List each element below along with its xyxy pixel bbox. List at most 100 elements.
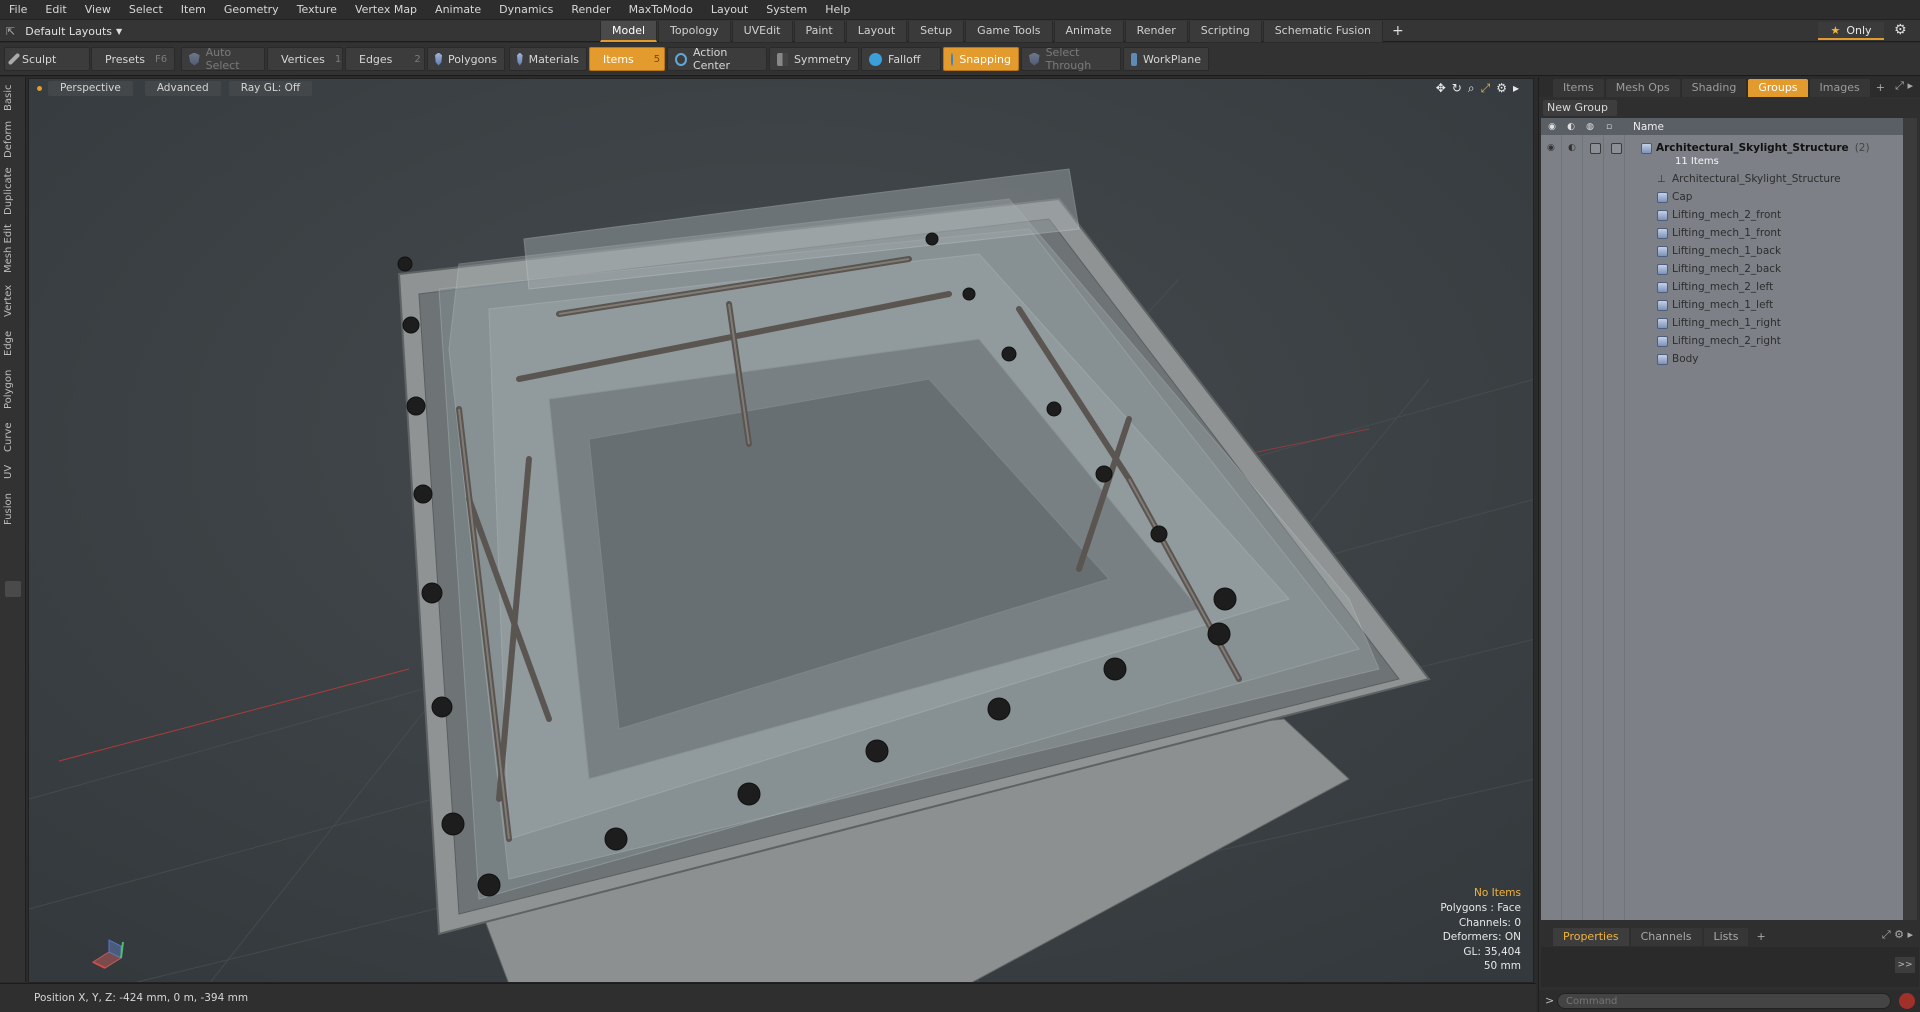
sculpt-button[interactable]: Sculpt [4, 47, 90, 71]
menu-maxtomodo[interactable]: MaxToModo [620, 0, 702, 20]
polygons-button[interactable]: Polygons [427, 47, 505, 71]
strip-tab-polygon[interactable]: Polygon [3, 365, 23, 413]
command-input[interactable] [1557, 993, 1891, 1009]
new-group-button[interactable]: New Group [1543, 100, 1617, 116]
strip-tab-uv[interactable]: UV [3, 461, 23, 483]
strip-tab-edge[interactable]: Edge [3, 327, 23, 359]
symmetry-icon [777, 52, 788, 66]
falloff-button[interactable]: Falloff [861, 47, 941, 71]
forward-icon[interactable]: >> [1895, 957, 1915, 973]
tab-model[interactable]: Model [600, 21, 658, 42]
add-bottom-tab-icon[interactable]: + [1756, 928, 1765, 946]
strip-tab-curve[interactable]: Curve [3, 419, 23, 455]
tree-scrollbar[interactable] [1903, 118, 1917, 920]
menu-help[interactable]: Help [816, 0, 859, 20]
zoom-view-icon[interactable]: ⌕ [1468, 81, 1475, 96]
move-view-icon[interactable]: ✥ [1436, 81, 1446, 96]
panel-expand-icon[interactable]: ⤢ ▸ [1895, 79, 1913, 93]
select-toggle[interactable] [1611, 142, 1622, 154]
items-button[interactable]: Items 5 [589, 47, 665, 71]
bottom-panel-expand-icon[interactable]: ⤢ ⚙ ▸ [1882, 928, 1913, 942]
tab-shading[interactable]: Shading [1681, 79, 1747, 97]
tab-uvedit[interactable]: UVEdit [731, 21, 793, 42]
menu-render[interactable]: Render [562, 0, 619, 20]
menu-edit[interactable]: Edit [36, 0, 75, 20]
strip-tab-deform[interactable]: Deform [3, 119, 23, 159]
list-item[interactable]: Lifting_mech_2_right [1541, 332, 1903, 350]
list-item[interactable]: Cap [1541, 188, 1903, 206]
maximize-view-icon[interactable]: ⤢ [1481, 81, 1491, 96]
action-center-button[interactable]: Action Center [667, 46, 767, 72]
list-item[interactable]: Lifting_mech_2_front [1541, 206, 1903, 224]
3d-viewport[interactable]: Perspective Advanced Ray GL: Off ✥ ↻ ⌕ ⤢… [28, 78, 1534, 983]
strip-tab-fusion[interactable]: Fusion [3, 489, 23, 529]
presets-button[interactable]: Presets F6 [91, 47, 175, 71]
perspective-button[interactable]: Perspective [48, 80, 133, 96]
add-tab-icon[interactable]: + [1384, 21, 1412, 42]
only-button[interactable]: ★ Only [1818, 22, 1884, 40]
tab-groups[interactable]: Groups [1748, 79, 1808, 97]
rotate-view-icon[interactable]: ↻ [1452, 81, 1462, 96]
menu-view[interactable]: View [76, 0, 120, 20]
tab-mesh-ops[interactable]: Mesh Ops [1605, 79, 1680, 97]
strip-tab-basic[interactable]: Basic [3, 83, 23, 113]
menu-vertex-map[interactable]: Vertex Map [346, 0, 426, 20]
menu-texture[interactable]: Texture [288, 0, 346, 20]
strip-tab-vertex[interactable]: Vertex [3, 281, 23, 321]
list-item[interactable]: ⊥ Architectural_Skylight_Structure [1541, 170, 1903, 188]
status-bar: Position X, Y, Z: -424 mm, 0 m, -394 mm [0, 983, 1536, 1012]
eye-icon[interactable]: ◉ [1547, 143, 1558, 154]
list-item[interactable]: Lifting_mech_1_front [1541, 224, 1903, 242]
layout-select[interactable]: ⇱ Default Layouts ▼ [6, 22, 122, 40]
auto-select-button[interactable]: Auto Select [181, 46, 265, 72]
menu-animate[interactable]: Animate [426, 0, 490, 20]
edges-button[interactable]: Edges 2 [345, 47, 425, 71]
raygl-button[interactable]: Ray GL: Off [228, 80, 313, 96]
tab-schematic-fusion[interactable]: Schematic Fusion [1262, 21, 1384, 42]
workplane-button[interactable]: WorkPlane [1123, 47, 1209, 71]
menu-file[interactable]: File [0, 0, 36, 20]
materials-button[interactable]: Materials [509, 47, 587, 71]
tab-items[interactable]: Items [1553, 79, 1604, 97]
strip-toggle[interactable] [5, 581, 21, 597]
menu-geometry[interactable]: Geometry [215, 0, 288, 20]
lock-toggle[interactable] [1590, 142, 1601, 154]
add-panel-tab-icon[interactable]: + [1876, 79, 1885, 97]
tab-animate[interactable]: Animate [1053, 21, 1124, 42]
menu-select[interactable]: Select [120, 0, 172, 20]
select-through-button[interactable]: Select Through [1021, 46, 1121, 72]
list-item[interactable]: Lifting_mech_2_left [1541, 278, 1903, 296]
snapping-button[interactable]: Snapping [943, 47, 1019, 71]
gear-icon[interactable]: ⚙ [1894, 22, 1907, 38]
menu-item[interactable]: Item [172, 0, 215, 20]
list-item[interactable]: Lifting_mech_1_back [1541, 242, 1903, 260]
list-item[interactable]: Lifting_mech_1_left [1541, 296, 1903, 314]
tab-scripting[interactable]: Scripting [1188, 21, 1262, 42]
tab-images[interactable]: Images [1809, 79, 1870, 97]
strip-tab-mesh-edit[interactable]: Mesh Edit [3, 223, 23, 275]
tab-paint[interactable]: Paint [793, 21, 845, 42]
tab-setup[interactable]: Setup [908, 21, 965, 42]
list-item-label: Lifting_mech_2_right [1672, 335, 1781, 347]
list-item[interactable]: Lifting_mech_1_right [1541, 314, 1903, 332]
strip-tab-duplicate[interactable]: Duplicate [3, 165, 23, 217]
menu-system[interactable]: System [757, 0, 816, 20]
tab-layout[interactable]: Layout [845, 21, 908, 42]
list-item[interactable]: Lifting_mech_2_back [1541, 260, 1903, 278]
tab-properties[interactable]: Properties [1553, 928, 1629, 946]
symmetry-button[interactable]: Symmetry [769, 47, 859, 71]
tab-render[interactable]: Render [1124, 21, 1188, 42]
viewport-menu-icon[interactable]: ▸ [1513, 81, 1519, 96]
viewport-gear-icon[interactable]: ⚙ [1496, 81, 1507, 96]
menu-dynamics[interactable]: Dynamics [490, 0, 562, 20]
advanced-button[interactable]: Advanced [144, 80, 221, 96]
tab-game-tools[interactable]: Game Tools [965, 21, 1053, 42]
render-toggle-icon[interactable]: ◐ [1568, 143, 1579, 154]
tab-topology[interactable]: Topology [658, 21, 731, 42]
menu-layout[interactable]: Layout [702, 0, 757, 20]
tab-channels[interactable]: Channels [1630, 928, 1702, 946]
list-item[interactable]: Body [1541, 350, 1903, 368]
tab-lists[interactable]: Lists [1703, 928, 1749, 946]
stop-icon[interactable] [1899, 993, 1915, 1009]
vertices-button[interactable]: Vertices 1 [267, 47, 343, 71]
